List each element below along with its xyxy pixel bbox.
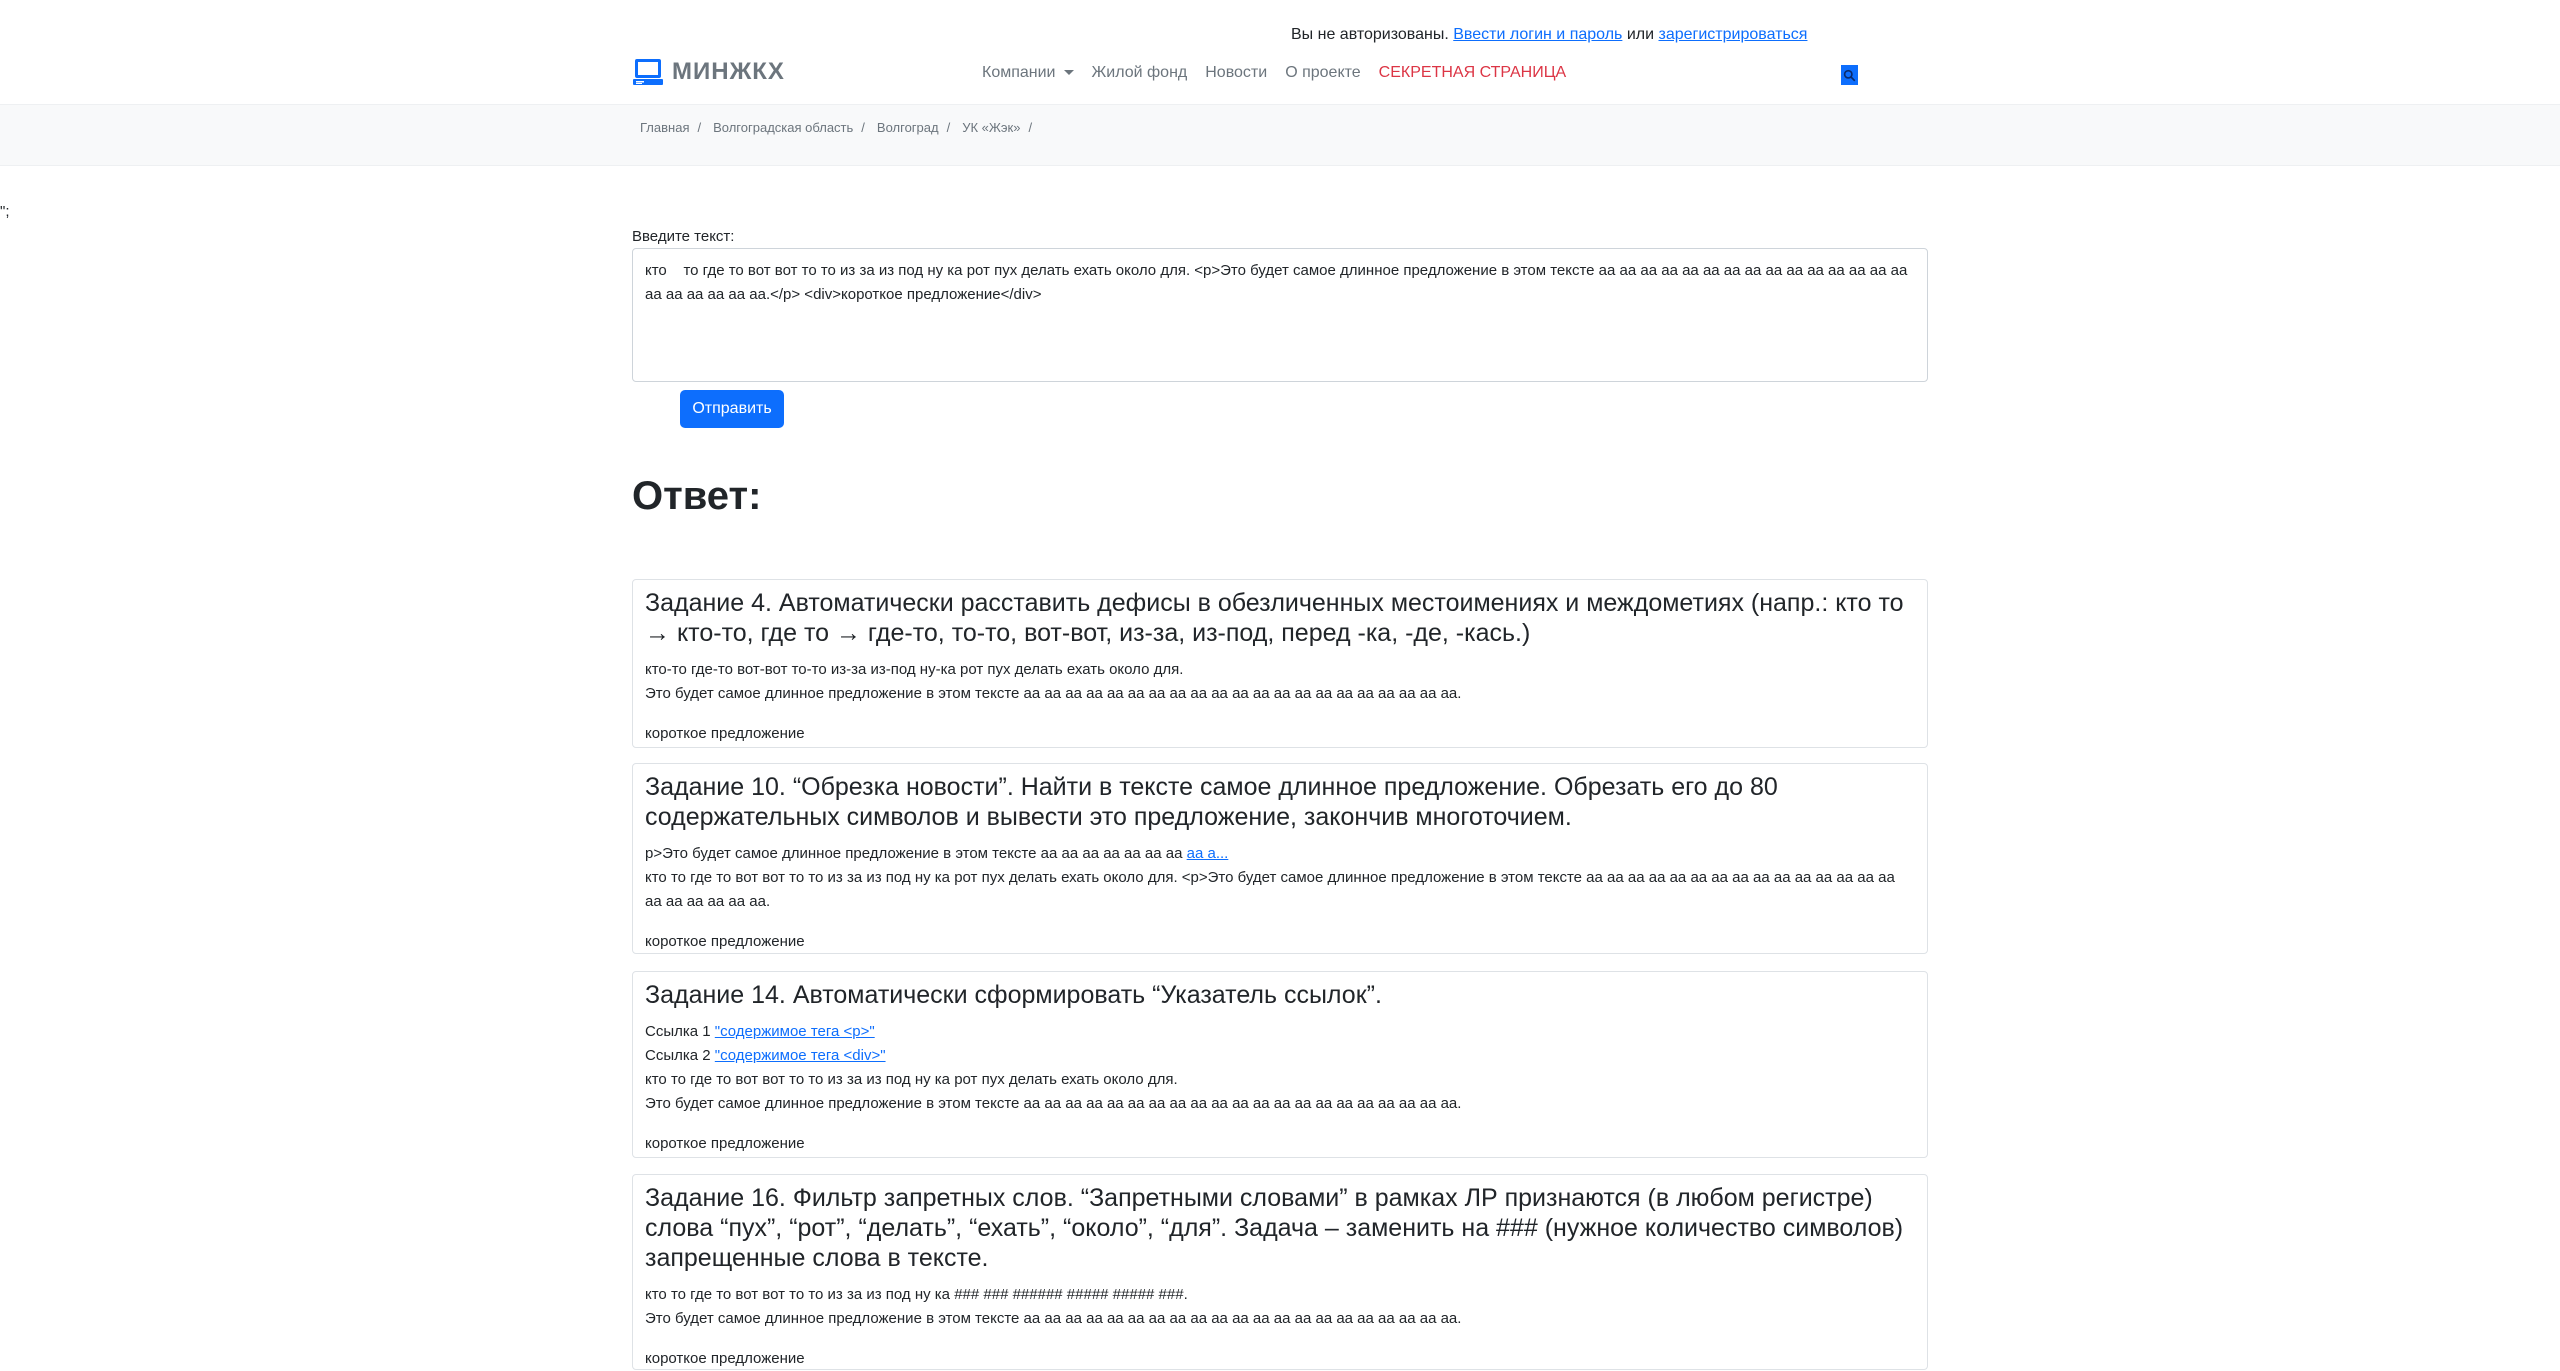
breadcrumb-bar (0, 104, 2560, 166)
brand-logo[interactable]: МИНЖКХ (632, 56, 785, 88)
task-result-line: кто то где то вот вот то то из за из под… (645, 1286, 1188, 1303)
task-card-10: Задание 10. “Обрезка новости”. Найти в т… (632, 763, 1928, 954)
search-button[interactable] (1841, 65, 1858, 85)
chevron-down-icon (1063, 70, 1074, 76)
read-more-link[interactable]: аа а... (1187, 845, 1229, 862)
reference-link[interactable]: "содержимое тега <div>" (715, 1047, 886, 1064)
reference-label: Ссылка 2 (645, 1047, 711, 1064)
reference-item: Ссылка 1 "содержимое тега <p>" (645, 1020, 1915, 1044)
task-title: Задание 4. Автоматически расставить дефи… (645, 589, 1904, 647)
nav-secret[interactable]: СЕКРЕТНАЯ СТРАНИЦА (1379, 64, 1567, 82)
nav-companies-label: Компании (982, 64, 1056, 81)
task-title: Задание 10. “Обрезка новости”. Найти в т… (645, 773, 1778, 831)
task-result-line: Это будет самое длинное предложение в эт… (645, 1310, 1462, 1327)
task-result-line: кто-то где-то вот-вот то-то из-за из-под… (645, 661, 1184, 678)
task-result-line: p>Это будет самое длинное предложение в … (645, 842, 1915, 866)
task-result-line: короткое предложение (645, 1350, 805, 1367)
nav-companies[interactable]: Компании (982, 64, 1074, 82)
breadcrumb-region[interactable]: Волгоградская область (713, 120, 853, 135)
breadcrumb-separator: / (697, 120, 702, 135)
answer-title: Ответ: (632, 474, 762, 518)
truncated-sentence: p>Это будет самое длинное предложение в … (645, 845, 1183, 862)
breadcrumb-city[interactable]: Волгоград (877, 120, 939, 135)
task-title: Задание 14. Автоматически сформировать “… (645, 981, 1382, 1009)
search-icon (1843, 69, 1856, 81)
breadcrumb-separator: / (1028, 120, 1033, 135)
text-input[interactable]: кто то где то вот вот то то из за из под… (632, 248, 1928, 382)
task-result-line: короткое предложение (645, 933, 805, 950)
reference-item: Ссылка 2 "содержимое тега <div>" (645, 1044, 1915, 1068)
task-title: Задание 16. Фильтр запретных слов. “Запр… (645, 1184, 1904, 1272)
task-card-16: Задание 16. Фильтр запретных слов. “Запр… (632, 1174, 1928, 1370)
task-result-line: короткое предложение (645, 1135, 805, 1152)
task-result-line: Это будет самое длинное предложение в эт… (645, 685, 1462, 702)
login-link[interactable]: Ввести логин и пароль (1453, 26, 1622, 43)
reference-link[interactable]: "содержимое тега <p>" (715, 1023, 875, 1040)
main-nav: Компании Жилой фонд Новости О проекте СЕ… (982, 64, 1566, 82)
auth-status: Вы не авторизованы. (1291, 26, 1449, 43)
stray-text: "; (0, 203, 10, 220)
nav-news[interactable]: Новости (1205, 64, 1267, 82)
breadcrumb-company[interactable]: УК «Жэк» (962, 120, 1020, 135)
laptop-icon (633, 59, 663, 85)
breadcrumb-home[interactable]: Главная (640, 120, 689, 135)
brand-name: МИНЖКХ (672, 58, 785, 85)
breadcrumb-separator: / (861, 120, 865, 135)
auth-or: или (1626, 26, 1655, 43)
nav-housing[interactable]: Жилой фонд (1092, 64, 1188, 82)
task-result-line: короткое предложение (645, 725, 805, 742)
task-result-line: Это будет самое длинное предложение в эт… (645, 1095, 1462, 1112)
nav-about[interactable]: О проекте (1285, 64, 1360, 82)
task-result-line: кто то где то вот вот то то из за из под… (645, 869, 1895, 910)
breadcrumb-separator: / (946, 120, 951, 135)
task-result-line: кто то где то вот вот то то из за из под… (645, 1071, 1178, 1088)
task-card-14: Задание 14. Автоматически сформировать “… (632, 971, 1928, 1158)
auth-bar: Вы не авторизованы. Ввести логин и парол… (1291, 26, 1807, 44)
text-input-label: Введите текст: (632, 228, 735, 245)
reference-label: Ссылка 1 (645, 1023, 711, 1040)
task-card-4: Задание 4. Автоматически расставить дефи… (632, 579, 1928, 748)
breadcrumb: Главная / Волгоградская область / Волгогра… (640, 120, 1044, 135)
submit-button[interactable]: Отправить (680, 390, 784, 428)
register-link[interactable]: зарегистрироваться (1659, 26, 1808, 43)
